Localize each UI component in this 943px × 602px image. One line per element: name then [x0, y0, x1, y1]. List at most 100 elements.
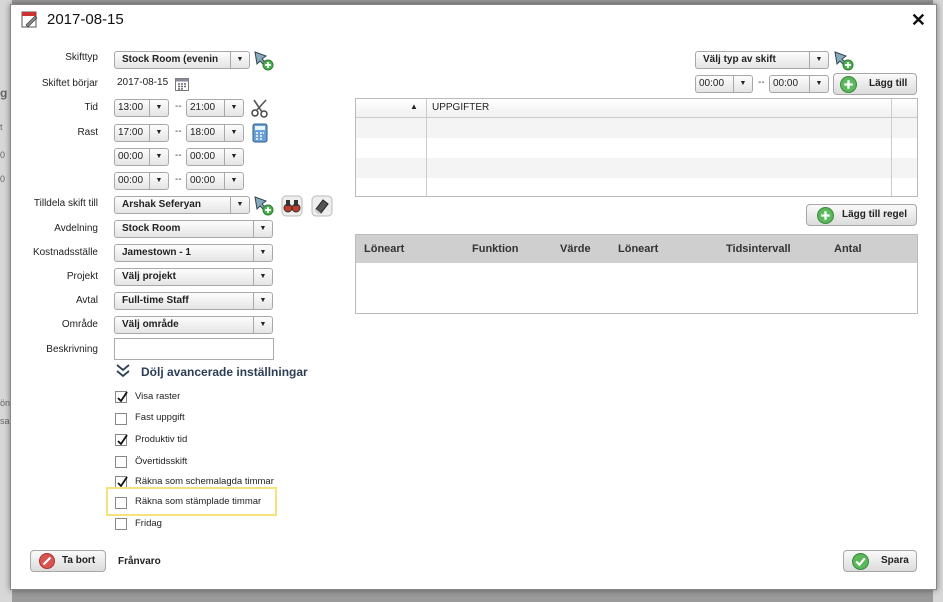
- agreement-label: Avtal: [75, 295, 98, 306]
- break-2-from-select[interactable]: 00:00 ▼: [114, 148, 169, 166]
- department-value: Stock Room: [122, 223, 181, 234]
- checkbox-productive-time[interactable]: [115, 434, 128, 446]
- break-3-from-select[interactable]: 00:00 ▼: [114, 172, 169, 190]
- checkbox-overtime-shift[interactable]: [115, 456, 127, 468]
- sort-ascending-icon[interactable]: ▲: [410, 102, 418, 111]
- agreement-select[interactable]: Full-time Staff ▼: [114, 292, 273, 310]
- time-to-value: 21:00: [190, 102, 216, 113]
- chevron-down-icon: ▼: [253, 317, 272, 333]
- project-select[interactable]: Välj projekt ▼: [114, 268, 273, 286]
- save-button[interactable]: Spara: [843, 550, 917, 572]
- add-rule-button[interactable]: Lägg till regel: [806, 204, 917, 226]
- bg-fragment: ön: [0, 398, 11, 408]
- rules-grid-header: Löneart Funktion Värde Löneart Tidsinter…: [356, 235, 917, 263]
- checkbox-label: Visa raster: [135, 391, 181, 402]
- checkmark-icon: [117, 434, 128, 446]
- assign-employee-select[interactable]: Arshak Seferyan ▼: [114, 196, 250, 214]
- task-from-select[interactable]: 00:00 ▼: [695, 75, 753, 93]
- department-select[interactable]: Stock Room ▼: [114, 220, 273, 238]
- delete-button[interactable]: Ta bort: [30, 550, 106, 572]
- time-separator: --: [175, 101, 182, 112]
- delete-label: Ta bort: [62, 555, 96, 566]
- column-header[interactable]: Löneart: [364, 243, 404, 255]
- tasks-grid: ▲ UPPGIFTER: [355, 98, 918, 197]
- scissors-icon[interactable]: [249, 97, 271, 119]
- break-1-from-select[interactable]: 17:00 ▼: [114, 124, 169, 142]
- area-select[interactable]: Välj område ▼: [114, 316, 273, 334]
- chevron-down-icon: ▼: [253, 245, 272, 261]
- plus-circle-icon: [817, 207, 834, 224]
- checkbox-label: Fast uppgift: [135, 412, 185, 423]
- break-1-to-select[interactable]: 18:00 ▼: [186, 124, 244, 142]
- bg-fragment: 0: [0, 174, 6, 184]
- delete-circle-icon: [39, 553, 55, 569]
- close-icon[interactable]: ✕: [911, 10, 926, 31]
- checkmark-icon: [117, 391, 128, 403]
- absence-link[interactable]: Frånvaro: [118, 556, 161, 567]
- checkbox-count-punched[interactable]: [115, 497, 127, 509]
- checkbox-day-off[interactable]: [115, 518, 127, 530]
- shift-type-value: Stock Room (evenin: [122, 54, 219, 65]
- chevron-down-icon: ▼: [224, 100, 243, 116]
- calculator-icon[interactable]: [249, 122, 271, 144]
- table-row[interactable]: [356, 138, 917, 158]
- cost-center-select[interactable]: Jamestown - 1 ▼: [114, 244, 273, 262]
- table-row[interactable]: [356, 118, 917, 138]
- break-from-value: 00:00: [118, 175, 144, 186]
- project-label: Projekt: [66, 271, 98, 282]
- area-value: Välj område: [122, 319, 179, 330]
- calendar-icon[interactable]: [175, 77, 189, 91]
- break-from-value: 00:00: [118, 151, 144, 162]
- chevron-down-icon: ▼: [224, 173, 243, 189]
- binoculars-icon[interactable]: [281, 195, 303, 217]
- break-to-value: 00:00: [190, 151, 216, 162]
- tasks-column-header[interactable]: UPPGIFTER: [432, 102, 489, 113]
- time-from-value: 13:00: [118, 102, 144, 113]
- add-task-button[interactable]: Lägg till: [833, 73, 917, 95]
- break-from-value: 17:00: [118, 127, 144, 138]
- checkbox-label: Övertidsskift: [135, 456, 188, 467]
- add-shift-type-icon[interactable]: [252, 49, 274, 71]
- column-header[interactable]: Löneart: [618, 243, 658, 255]
- checkbox-label: Produktiv tid: [135, 434, 188, 445]
- add-shift-kind-icon[interactable]: [832, 49, 854, 71]
- column-header[interactable]: Funktion: [472, 243, 518, 255]
- chevron-down-icon: ▼: [149, 125, 168, 141]
- table-row[interactable]: [356, 178, 917, 196]
- shift-type-label: Skifttyp: [65, 52, 98, 63]
- table-row[interactable]: [356, 158, 917, 178]
- time-separator: --: [175, 174, 182, 185]
- column-header[interactable]: Tidsintervall: [726, 243, 791, 255]
- shift-start-label: Skiftet börjar: [41, 78, 98, 89]
- bg-fragment: sa: [0, 416, 10, 426]
- shift-start-date[interactable]: 2017-08-15: [114, 75, 174, 93]
- time-from-select[interactable]: 13:00 ▼: [114, 99, 169, 117]
- column-header[interactable]: Värde: [560, 243, 591, 255]
- double-chevron-down-icon[interactable]: [115, 362, 131, 378]
- add-task-label: Lägg till: [869, 78, 908, 89]
- assign-label: Tilldela skift till: [33, 198, 98, 209]
- break-to-value: 18:00: [190, 127, 216, 138]
- description-input[interactable]: [114, 338, 274, 360]
- checkbox-fixed-task[interactable]: [115, 413, 127, 425]
- chevron-down-icon: ▼: [253, 221, 272, 237]
- shift-kind-value: Välj typ av skift: [703, 54, 776, 65]
- break-3-to-select[interactable]: 00:00 ▼: [186, 172, 244, 190]
- column-header[interactable]: Antal: [834, 243, 862, 255]
- agreement-value: Full-time Staff: [122, 295, 189, 306]
- shift-type-select[interactable]: Stock Room (evenin ▼: [114, 51, 250, 69]
- checkbox-show-breaks[interactable]: [115, 391, 128, 403]
- dialog-titlebar: 2017-08-15 ✕: [11, 5, 936, 35]
- shift-dialog: 2017-08-15 ✕ Skifttyp Stock Room (evenin…: [10, 4, 937, 590]
- plus-circle-icon: [840, 76, 857, 93]
- break-to-value: 00:00: [190, 175, 216, 186]
- eraser-icon[interactable]: [311, 195, 333, 217]
- break-2-to-select[interactable]: 00:00 ▼: [186, 148, 244, 166]
- toggle-advanced-settings[interactable]: Dölj avancerade inställningar: [141, 365, 308, 379]
- task-to-select[interactable]: 00:00 ▼: [769, 75, 829, 93]
- time-to-select[interactable]: 21:00 ▼: [186, 99, 244, 117]
- chevron-down-icon: ▼: [224, 125, 243, 141]
- shift-kind-select[interactable]: Välj typ av skift ▼: [695, 51, 829, 69]
- add-employee-icon[interactable]: [252, 194, 274, 216]
- chevron-down-icon: ▼: [224, 149, 243, 165]
